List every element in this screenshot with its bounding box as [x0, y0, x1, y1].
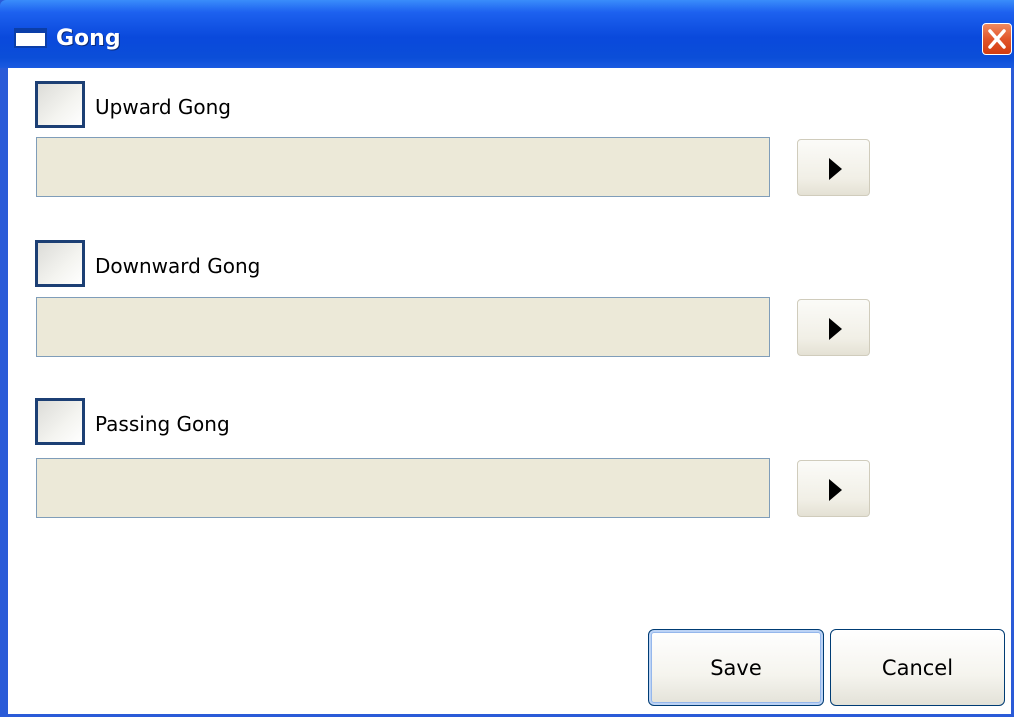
play-icon [829, 318, 842, 340]
passing-gong-checkbox[interactable] [35, 398, 85, 445]
passing-gong-field[interactable] [36, 458, 770, 518]
cancel-button[interactable]: Cancel [830, 629, 1005, 706]
window-icon [14, 28, 47, 48]
upward-gong-play-button[interactable] [797, 139, 870, 196]
close-icon [988, 29, 1006, 49]
passing-gong-play-button[interactable] [797, 460, 870, 517]
upward-gong-checkbox[interactable] [35, 81, 85, 128]
title-bar[interactable]: Gong [0, 0, 1014, 68]
upward-gong-field[interactable] [36, 137, 770, 197]
downward-gong-checkbox[interactable] [35, 240, 85, 287]
play-icon [829, 479, 842, 501]
downward-gong-field[interactable] [36, 297, 770, 357]
downward-gong-play-button[interactable] [797, 299, 870, 356]
save-button[interactable]: Save [648, 629, 824, 706]
downward-gong-label: Downward Gong [95, 254, 261, 278]
window-title: Gong [56, 26, 121, 51]
play-icon [829, 158, 842, 180]
close-button[interactable] [982, 23, 1012, 55]
upward-gong-label: Upward Gong [95, 95, 231, 119]
passing-gong-label: Passing Gong [95, 412, 230, 436]
